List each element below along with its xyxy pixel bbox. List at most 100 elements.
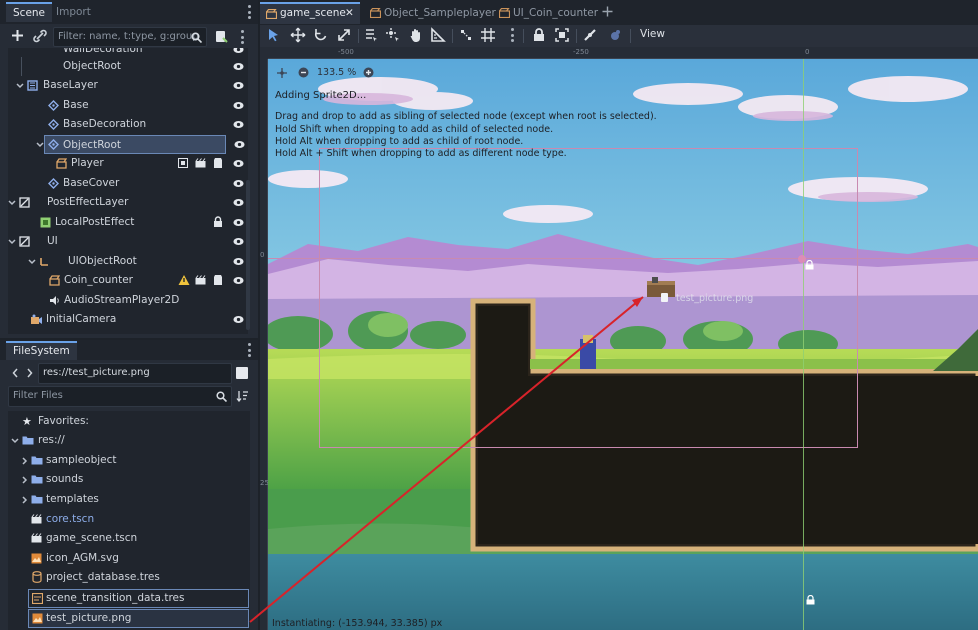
chevron-down-icon[interactable] — [11, 437, 19, 445]
snap-options-icon[interactable] — [510, 28, 514, 42]
visibility-eye-icon[interactable] — [233, 158, 244, 169]
visibility-eye-icon[interactable] — [233, 61, 244, 72]
open-scene-icon[interactable] — [195, 158, 206, 168]
tab-filesystem[interactable]: FileSystem — [6, 341, 77, 360]
tree-row-base[interactable]: Base — [8, 96, 248, 115]
fs-row-favorites[interactable]: ★ Favorites: — [8, 412, 250, 431]
smart-snap-icon[interactable] — [458, 27, 474, 43]
visibility-eye-icon[interactable] — [233, 48, 244, 55]
chevron-right-icon[interactable] — [21, 496, 29, 504]
fs-row-core-tscn[interactable]: core.tscn — [8, 510, 250, 529]
chevron-left-icon[interactable] — [12, 368, 19, 378]
chevron-right-icon[interactable] — [26, 368, 33, 378]
tab-import[interactable]: Import — [49, 2, 98, 22]
toggle-split-icon[interactable] — [236, 367, 248, 379]
lock-icon[interactable] — [531, 27, 547, 43]
tab-scene[interactable]: Scene — [6, 2, 53, 22]
tree-row-basedecoration[interactable]: BaseDecoration — [8, 115, 248, 134]
visibility-eye-icon[interactable] — [233, 197, 244, 208]
visibility-eye-icon[interactable] — [233, 119, 244, 130]
scene-tree-scrollbar[interactable] — [246, 180, 250, 330]
chevron-down-icon[interactable] — [8, 199, 16, 207]
fs-row-templates[interactable]: templates — [8, 490, 250, 509]
zoom-level[interactable]: 133.5 % — [317, 67, 356, 78]
open-scene-icon[interactable] — [195, 275, 206, 285]
list-select-icon[interactable] — [363, 27, 379, 43]
tree-row-basecover[interactable]: BaseCover — [8, 174, 248, 193]
visibility-eye-icon[interactable] — [233, 100, 244, 111]
tab-object-sampleplayer[interactable]: Object_Sampleplayer — [364, 2, 496, 24]
fs-row-test-picture[interactable]: test_picture.png — [28, 609, 249, 628]
lock-icon[interactable] — [213, 216, 223, 228]
select-mode-icon[interactable] — [265, 27, 281, 43]
close-tab-icon[interactable]: ✕ — [345, 4, 354, 22]
visibility-eye-icon[interactable] — [233, 236, 244, 247]
ruler-mode-icon[interactable] — [430, 27, 446, 43]
script-icon[interactable] — [212, 274, 223, 286]
rotate-mode-icon[interactable] — [313, 27, 329, 43]
fs-row-sampleobject[interactable]: sampleobject — [8, 451, 250, 470]
chevron-right-icon[interactable] — [21, 476, 29, 484]
fs-row-scene-transition-data[interactable]: scene_transition_data.tres — [28, 589, 249, 608]
group-icon[interactable] — [554, 27, 570, 43]
chevron-down-icon[interactable] — [16, 82, 24, 90]
tree-row-initialcamera[interactable]: InitialCamera — [8, 310, 248, 329]
tree-row-baselayer[interactable]: BaseLayer — [8, 76, 248, 95]
scene-filter-input[interactable]: Filter: name, t:type, g:group — [53, 27, 207, 47]
tree-row-uiobjectroot[interactable]: UIObjectRoot — [8, 252, 248, 271]
visibility-eye-icon[interactable] — [233, 217, 244, 228]
group-icon[interactable] — [178, 158, 188, 168]
tree-row-objectroot-selected[interactable]: ObjectRoot — [44, 135, 226, 154]
filter-files-input[interactable]: Filter Files — [8, 386, 232, 407]
scene-toolbar-menu-icon[interactable] — [240, 30, 244, 44]
sort-icon[interactable] — [236, 390, 249, 402]
tree-row-posteffectlayer[interactable]: PostEffectLayer — [8, 193, 248, 212]
tree-row-localposteffect[interactable]: LocalPostEffect — [8, 213, 248, 232]
visibility-eye-icon[interactable] — [233, 178, 244, 189]
add-node-icon[interactable] — [11, 29, 24, 42]
chevron-down-icon[interactable] — [28, 258, 36, 266]
tab-game-scene[interactable]: game_scene ✕ — [260, 2, 360, 24]
zoom-out-icon[interactable] — [298, 67, 309, 78]
tree-row-audiostreamplayer2d[interactable]: AudioStreamPlayer2D — [8, 291, 248, 310]
center-view-icon[interactable] — [277, 68, 287, 78]
visibility-eye-icon[interactable] — [233, 256, 244, 267]
fs-row-sounds[interactable]: sounds — [8, 470, 250, 489]
move-mode-icon[interactable] — [290, 27, 306, 43]
zoom-in-icon[interactable] — [363, 67, 374, 78]
visibility-eye-icon[interactable] — [233, 314, 244, 325]
pan-mode-icon[interactable] — [408, 27, 424, 43]
fs-row-icon-agm[interactable]: icon_AGM.svg — [8, 549, 250, 568]
scale-mode-icon[interactable] — [336, 27, 352, 43]
canvas-viewport[interactable]: 133.5 % Adding Sprite2D... Drag and drop… — [268, 59, 978, 630]
chevron-right-icon[interactable] — [21, 457, 29, 465]
grid-snap-icon[interactable] — [480, 27, 496, 43]
tree-row-ui[interactable]: UI — [8, 232, 248, 251]
warning-icon[interactable] — [178, 274, 190, 286]
path-field[interactable]: res://test_picture.png — [38, 363, 232, 384]
scene-dock-menu-icon[interactable] — [247, 5, 251, 19]
link-icon[interactable] — [33, 29, 47, 43]
visibility-eye-icon[interactable] — [233, 80, 244, 91]
ruler-tick-label: 0 — [805, 48, 810, 56]
tree-row-objectroot[interactable]: ObjectRoot — [8, 57, 248, 76]
pivot-mode-icon[interactable] — [385, 27, 401, 43]
fs-row-project-database[interactable]: project_database.tres — [8, 568, 250, 587]
chevron-down-icon[interactable] — [36, 141, 44, 149]
script-icon[interactable] — [212, 157, 223, 169]
tree-row-coin-counter[interactable]: Coin_counter — [8, 271, 248, 290]
chevron-down-icon[interactable] — [8, 238, 16, 246]
visibility-eye-icon[interactable] — [234, 139, 245, 150]
add-tab-icon[interactable] — [602, 6, 613, 17]
tab-ui-coin-counter[interactable]: UI_Coin_counter — [493, 2, 598, 24]
tree-row-label: UI — [47, 235, 58, 247]
fs-row-game-scene[interactable]: game_scene.tscn — [8, 529, 250, 548]
skeleton-icon[interactable] — [582, 27, 598, 43]
tree-row-player[interactable]: Player — [8, 154, 248, 173]
visibility-eye-icon[interactable] — [233, 275, 244, 286]
view-menu[interactable]: View — [640, 28, 665, 40]
script-attach-icon[interactable] — [214, 29, 228, 43]
particles-icon[interactable] — [607, 27, 623, 43]
fs-row-res[interactable]: res:// — [8, 431, 250, 450]
filesystem-menu-icon[interactable] — [247, 343, 251, 357]
